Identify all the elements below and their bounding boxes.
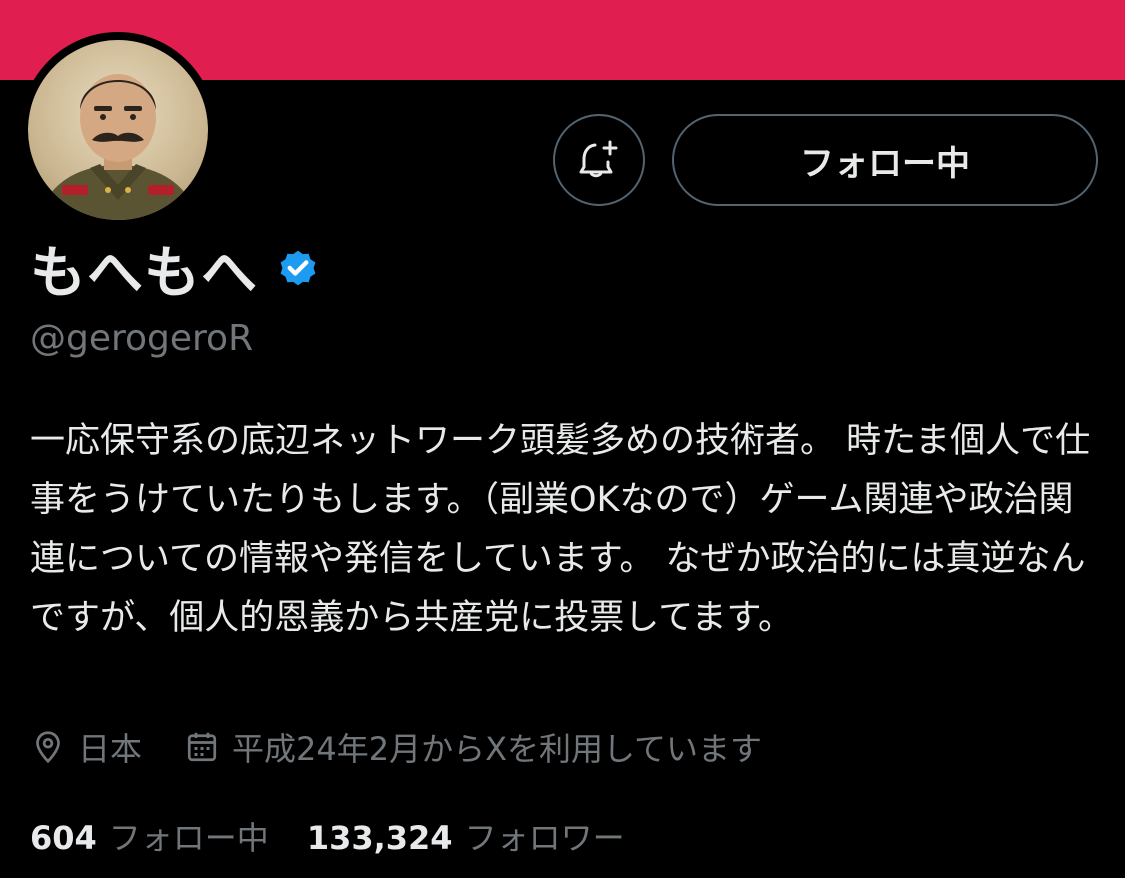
- verified-badge-icon[interactable]: [276, 246, 320, 290]
- notification-button[interactable]: [553, 114, 645, 206]
- joined-item: 平成24年2月からXを利用しています: [184, 724, 762, 770]
- follow-stats: 604 フォロー中 133,324 フォロワー: [30, 810, 625, 862]
- following-stat-link[interactable]: 604 フォロー中: [30, 813, 269, 859]
- avatar-portrait-icon: [38, 74, 198, 220]
- profile-meta: 日本 平成24年2月からXを利用しています: [30, 722, 762, 772]
- name-row: もへもへ: [30, 232, 320, 306]
- profile-bio: 一応保守系の底辺ネットワーク頭髪多めの技術者。 時たま個人で仕事をうけていたりも…: [30, 421, 1091, 638]
- following-label: フォロー中: [108, 819, 269, 857]
- avatar[interactable]: [28, 40, 208, 220]
- location-item: 日本: [30, 724, 142, 770]
- followers-stat-link[interactable]: 133,324 フォロワー: [307, 813, 625, 859]
- followers-label: フォロワー: [464, 819, 625, 857]
- location-text: 日本: [78, 730, 143, 768]
- following-count: 604: [30, 819, 97, 857]
- user-handle: @gerogeroR: [30, 318, 254, 359]
- display-name: もへもへ: [30, 240, 258, 306]
- following-button[interactable]: フォロー中: [672, 114, 1098, 206]
- calendar-icon: [187, 732, 217, 762]
- location-pin-icon: [36, 731, 60, 764]
- followers-count: 133,324: [306, 819, 453, 857]
- bell-plus-icon: [579, 140, 618, 178]
- profile-page: フォロー中 もへもへ @gerogeroR 一応保守系の底辺ネットワーク頭髪多め…: [0, 0, 1125, 878]
- joined-text: 平成24年2月からXを利用しています: [232, 730, 763, 768]
